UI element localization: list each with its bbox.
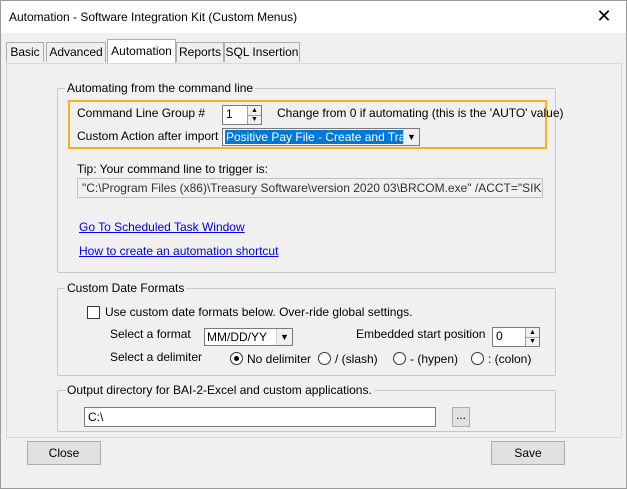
command-line-field[interactable]: "C:\Program Files (x86)\Treasury Softwar… bbox=[77, 178, 543, 198]
automation-group: Automating from the command line Command… bbox=[57, 81, 564, 273]
tab-basic[interactable]: Basic bbox=[6, 42, 44, 62]
select-delimiter-label: Select a delimiter bbox=[110, 350, 203, 364]
output-directory-group: Output directory for BAI-2-Excel and cus… bbox=[57, 383, 556, 432]
embedded-start-label: Embedded start position bbox=[356, 327, 486, 341]
use-custom-date-label: Use custom date formats below. Over-ride… bbox=[105, 305, 413, 319]
tip-text: Tip: Your command line to trigger is: bbox=[77, 162, 268, 176]
date-format-dropdown[interactable]: MM/DD/YY ▼ bbox=[204, 328, 293, 346]
chevron-down-icon[interactable]: ▼ bbox=[276, 329, 292, 345]
tab-sql-insertion[interactable]: SQL Insertion bbox=[224, 42, 300, 62]
close-button[interactable]: Close bbox=[27, 441, 101, 465]
command-line-group-value: 1 bbox=[226, 107, 233, 121]
custom-action-dropdown[interactable]: Positive Pay File - Create and Transmit … bbox=[222, 128, 420, 146]
radio-colon-label: : (colon) bbox=[488, 352, 532, 366]
use-custom-date-checkbox[interactable] bbox=[87, 306, 100, 319]
custom-date-group: Custom Date Formats Use custom date form… bbox=[57, 281, 556, 376]
chevron-down-icon[interactable]: ▼ bbox=[403, 129, 419, 145]
title-bar: Automation - Software Integration Kit (C… bbox=[1, 1, 626, 33]
radio-no-delimiter[interactable] bbox=[230, 352, 243, 365]
radio-colon[interactable] bbox=[471, 352, 484, 365]
select-format-label: Select a format bbox=[110, 327, 191, 341]
group-hint-text: Change from 0 if automating (this is the… bbox=[277, 106, 564, 120]
radio-slash[interactable] bbox=[318, 352, 331, 365]
output-directory-input[interactable]: C:\ bbox=[84, 407, 436, 427]
custom-action-value: Positive Pay File - Create and Transmit bbox=[225, 130, 419, 144]
custom-action-label: Custom Action after import bbox=[77, 129, 219, 143]
radio-hyphen-label: - (hypen) bbox=[410, 352, 459, 366]
output-directory-legend: Output directory for BAI-2-Excel and cus… bbox=[65, 383, 374, 397]
save-button[interactable]: Save bbox=[491, 441, 565, 465]
window-title: Automation - Software Integration Kit (C… bbox=[9, 10, 298, 24]
automation-shortcut-link[interactable]: How to create an automation shortcut bbox=[79, 244, 278, 258]
date-format-value: MM/DD/YY bbox=[207, 330, 267, 344]
automation-panel: Automating from the command line Command… bbox=[6, 63, 622, 438]
spin-down-icon[interactable]: ▼ bbox=[526, 337, 539, 346]
radio-slash-label: / (slash) bbox=[335, 352, 378, 366]
embedded-start-spinner[interactable]: 0 ▲ ▼ bbox=[492, 327, 540, 347]
tab-reports[interactable]: Reports bbox=[176, 42, 224, 62]
spinner-buttons: ▲ ▼ bbox=[247, 106, 261, 124]
output-directory-value: C:\ bbox=[88, 410, 104, 424]
command-line-value: "C:\Program Files (x86)\Treasury Softwar… bbox=[82, 181, 543, 195]
radio-no-delimiter-label: No delimiter bbox=[247, 352, 312, 366]
close-window-icon[interactable]: ✕ bbox=[594, 6, 614, 26]
spin-down-icon[interactable]: ▼ bbox=[248, 115, 261, 124]
automation-group-legend: Automating from the command line bbox=[65, 81, 256, 95]
command-line-group-label: Command Line Group # bbox=[77, 106, 206, 120]
radio-hyphen[interactable] bbox=[393, 352, 406, 365]
tab-automation[interactable]: Automation bbox=[107, 39, 176, 63]
spinner-buttons: ▲ ▼ bbox=[525, 328, 539, 346]
command-line-group-spinner[interactable]: 1 ▲ ▼ bbox=[222, 105, 262, 125]
embedded-start-value: 0 bbox=[496, 329, 503, 343]
scheduled-task-link[interactable]: Go To Scheduled Task Window bbox=[79, 220, 245, 234]
browse-button[interactable]: ... bbox=[452, 407, 470, 427]
tab-advanced[interactable]: Advanced bbox=[46, 42, 106, 62]
custom-date-group-legend: Custom Date Formats bbox=[65, 281, 187, 295]
dialog-window: Automation - Software Integration Kit (C… bbox=[0, 0, 627, 489]
